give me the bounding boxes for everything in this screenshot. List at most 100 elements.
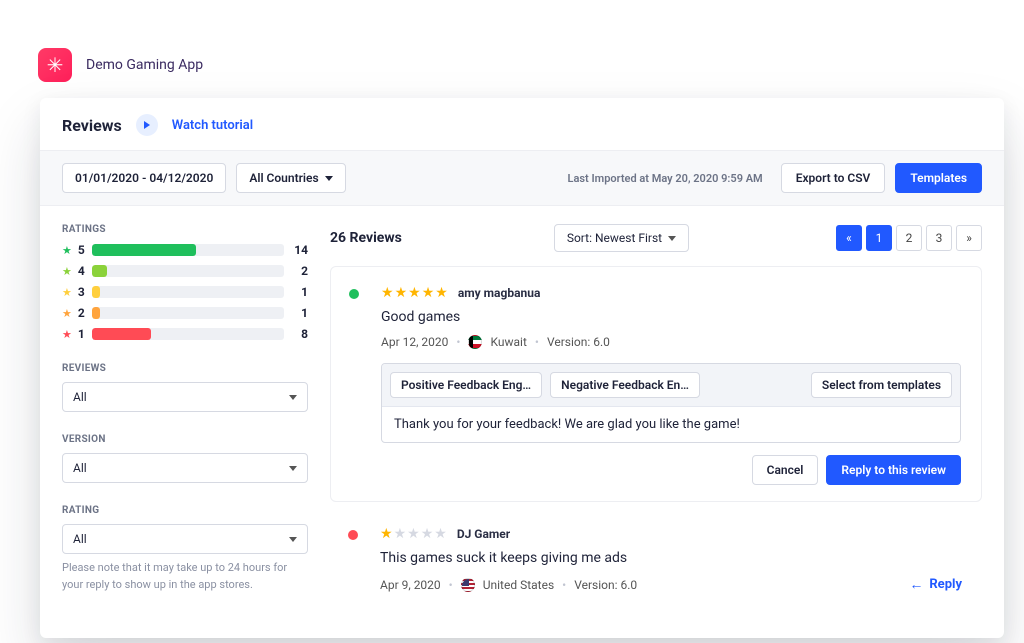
star-icon: ★	[62, 244, 72, 257]
star-icon: ★	[62, 328, 72, 341]
review-text: This games suck it keeps giving me ads	[380, 550, 962, 566]
rating-count: 8	[290, 327, 308, 341]
review-text: Good games	[381, 309, 961, 325]
template-negative-button[interactable]: Negative Feedback En…	[550, 372, 700, 398]
reviews-filter-value: All	[73, 390, 87, 404]
star-icon: ★	[62, 265, 72, 278]
templates-button[interactable]: Templates	[895, 163, 982, 193]
rating-count: 1	[290, 306, 308, 320]
chevron-down-icon	[325, 176, 333, 181]
reply-composer: Positive Feedback Eng… Negative Feedback…	[381, 363, 961, 443]
star-icon: ★	[408, 285, 421, 301]
rating-stars: ★ ★ ★ ★ ★	[381, 285, 448, 301]
review-date: Apr 9, 2020	[380, 578, 441, 592]
rating-bar	[92, 286, 284, 298]
review-version: Version: 6.0	[547, 335, 610, 349]
country-filter[interactable]: All Countries	[236, 163, 345, 193]
template-positive-button[interactable]: Positive Feedback Eng…	[390, 372, 542, 398]
review-date: Apr 12, 2020	[381, 335, 448, 349]
reply-link-label: Reply	[929, 577, 962, 592]
rating-row-3[interactable]: ★ 3 1	[62, 285, 308, 299]
review-card: ★ ★ ★ ★ ★ DJ Gamer This games suck it ke…	[330, 520, 982, 609]
flag-icon-us	[461, 578, 475, 592]
rating-filter-label: RATING	[62, 505, 308, 516]
page-button-2[interactable]: 2	[896, 225, 922, 251]
arrow-left-icon: ←	[909, 576, 923, 593]
rating-number: 5	[78, 243, 86, 257]
status-dot-negative	[348, 530, 358, 540]
star-icon: ★	[395, 285, 408, 301]
review-version: Version: 6.0	[574, 578, 637, 592]
rating-count: 2	[290, 264, 308, 278]
reviews-filter-select[interactable]: All	[62, 382, 308, 412]
sort-value: Sort: Newest First	[567, 231, 662, 245]
reviews-panel: Reviews Watch tutorial 01/01/2020 - 04/1…	[40, 98, 1004, 638]
flag-icon-kuwait	[468, 335, 482, 349]
star-icon: ★	[380, 526, 393, 542]
reply-link[interactable]: ← Reply	[909, 576, 962, 593]
app-name: Demo Gaming App	[86, 57, 203, 73]
submit-reply-button[interactable]: Reply to this review	[826, 455, 961, 485]
chevron-down-icon	[668, 236, 676, 241]
rating-bar	[92, 307, 284, 319]
date-range-value: 01/01/2020 - 04/12/2020	[75, 171, 213, 185]
pagination: « 1 2 3 »	[836, 225, 982, 251]
chevron-down-icon	[289, 395, 297, 400]
watch-tutorial-link[interactable]: Watch tutorial	[172, 118, 253, 133]
review-country: United States	[483, 578, 554, 592]
page-title: Reviews	[62, 116, 122, 135]
star-icon: ★	[62, 307, 72, 320]
rating-bar	[92, 265, 284, 277]
review-country: Kuwait	[490, 335, 526, 349]
cancel-button[interactable]: Cancel	[752, 455, 819, 485]
play-icon[interactable]	[136, 114, 158, 136]
rating-number: 3	[78, 285, 86, 299]
version-filter-select[interactable]: All	[62, 453, 308, 483]
reviews-filter-label: REVIEWS	[62, 363, 308, 374]
rating-row-5[interactable]: ★ 5 14	[62, 243, 308, 257]
rating-filter-value: All	[73, 532, 87, 546]
page-prev-button[interactable]: «	[836, 225, 862, 251]
star-icon: ★	[435, 285, 448, 301]
chevron-down-icon	[289, 466, 297, 471]
star-icon: ★	[407, 526, 420, 542]
export-csv-button[interactable]: Export to CSV	[781, 163, 886, 193]
page-button-1[interactable]: 1	[866, 225, 892, 251]
rating-count: 1	[290, 285, 308, 299]
review-author: amy magbanua	[458, 286, 541, 300]
star-icon: ★	[394, 526, 407, 542]
star-icon: ★	[421, 526, 434, 542]
review-author: DJ Gamer	[457, 527, 510, 541]
rating-filter-select[interactable]: All	[62, 524, 308, 554]
country-filter-value: All Countries	[249, 171, 318, 185]
rating-number: 4	[78, 264, 86, 278]
app-icon: ✳	[38, 48, 72, 82]
reply-textarea[interactable]: Thank you for your feedback! We are glad…	[382, 407, 960, 442]
rating-stars: ★ ★ ★ ★ ★	[380, 526, 447, 542]
reply-delay-note: Please note that it may take up to 24 ho…	[62, 560, 308, 593]
review-card: ★ ★ ★ ★ ★ amy magbanua Good games Apr 12…	[330, 266, 982, 502]
rating-count: 14	[290, 243, 308, 257]
rating-number: 2	[78, 306, 86, 320]
ratings-section-label: RATINGS	[62, 224, 308, 235]
results-count: 26 Reviews	[330, 230, 402, 246]
status-dot-positive	[349, 289, 359, 299]
page-next-button[interactable]: »	[956, 225, 982, 251]
star-icon: ★	[434, 526, 447, 542]
star-icon: ★	[422, 285, 435, 301]
rating-row-2[interactable]: ★ 2 1	[62, 306, 308, 320]
rating-number: 1	[78, 327, 86, 341]
version-filter-label: VERSION	[62, 434, 308, 445]
rating-row-1[interactable]: ★ 1 8	[62, 327, 308, 341]
chevron-down-icon	[289, 537, 297, 542]
select-template-button[interactable]: Select from templates	[811, 372, 952, 398]
rating-bar	[92, 328, 284, 340]
last-imported-label: Last Imported at May 20, 2020 9:59 AM	[568, 172, 763, 185]
star-icon: ★	[62, 286, 72, 299]
page-button-3[interactable]: 3	[926, 225, 952, 251]
sort-select[interactable]: Sort: Newest First	[554, 224, 689, 252]
version-filter-value: All	[73, 461, 87, 475]
date-range-picker[interactable]: 01/01/2020 - 04/12/2020	[62, 163, 226, 193]
rating-row-4[interactable]: ★ 4 2	[62, 264, 308, 278]
star-icon: ★	[381, 285, 394, 301]
